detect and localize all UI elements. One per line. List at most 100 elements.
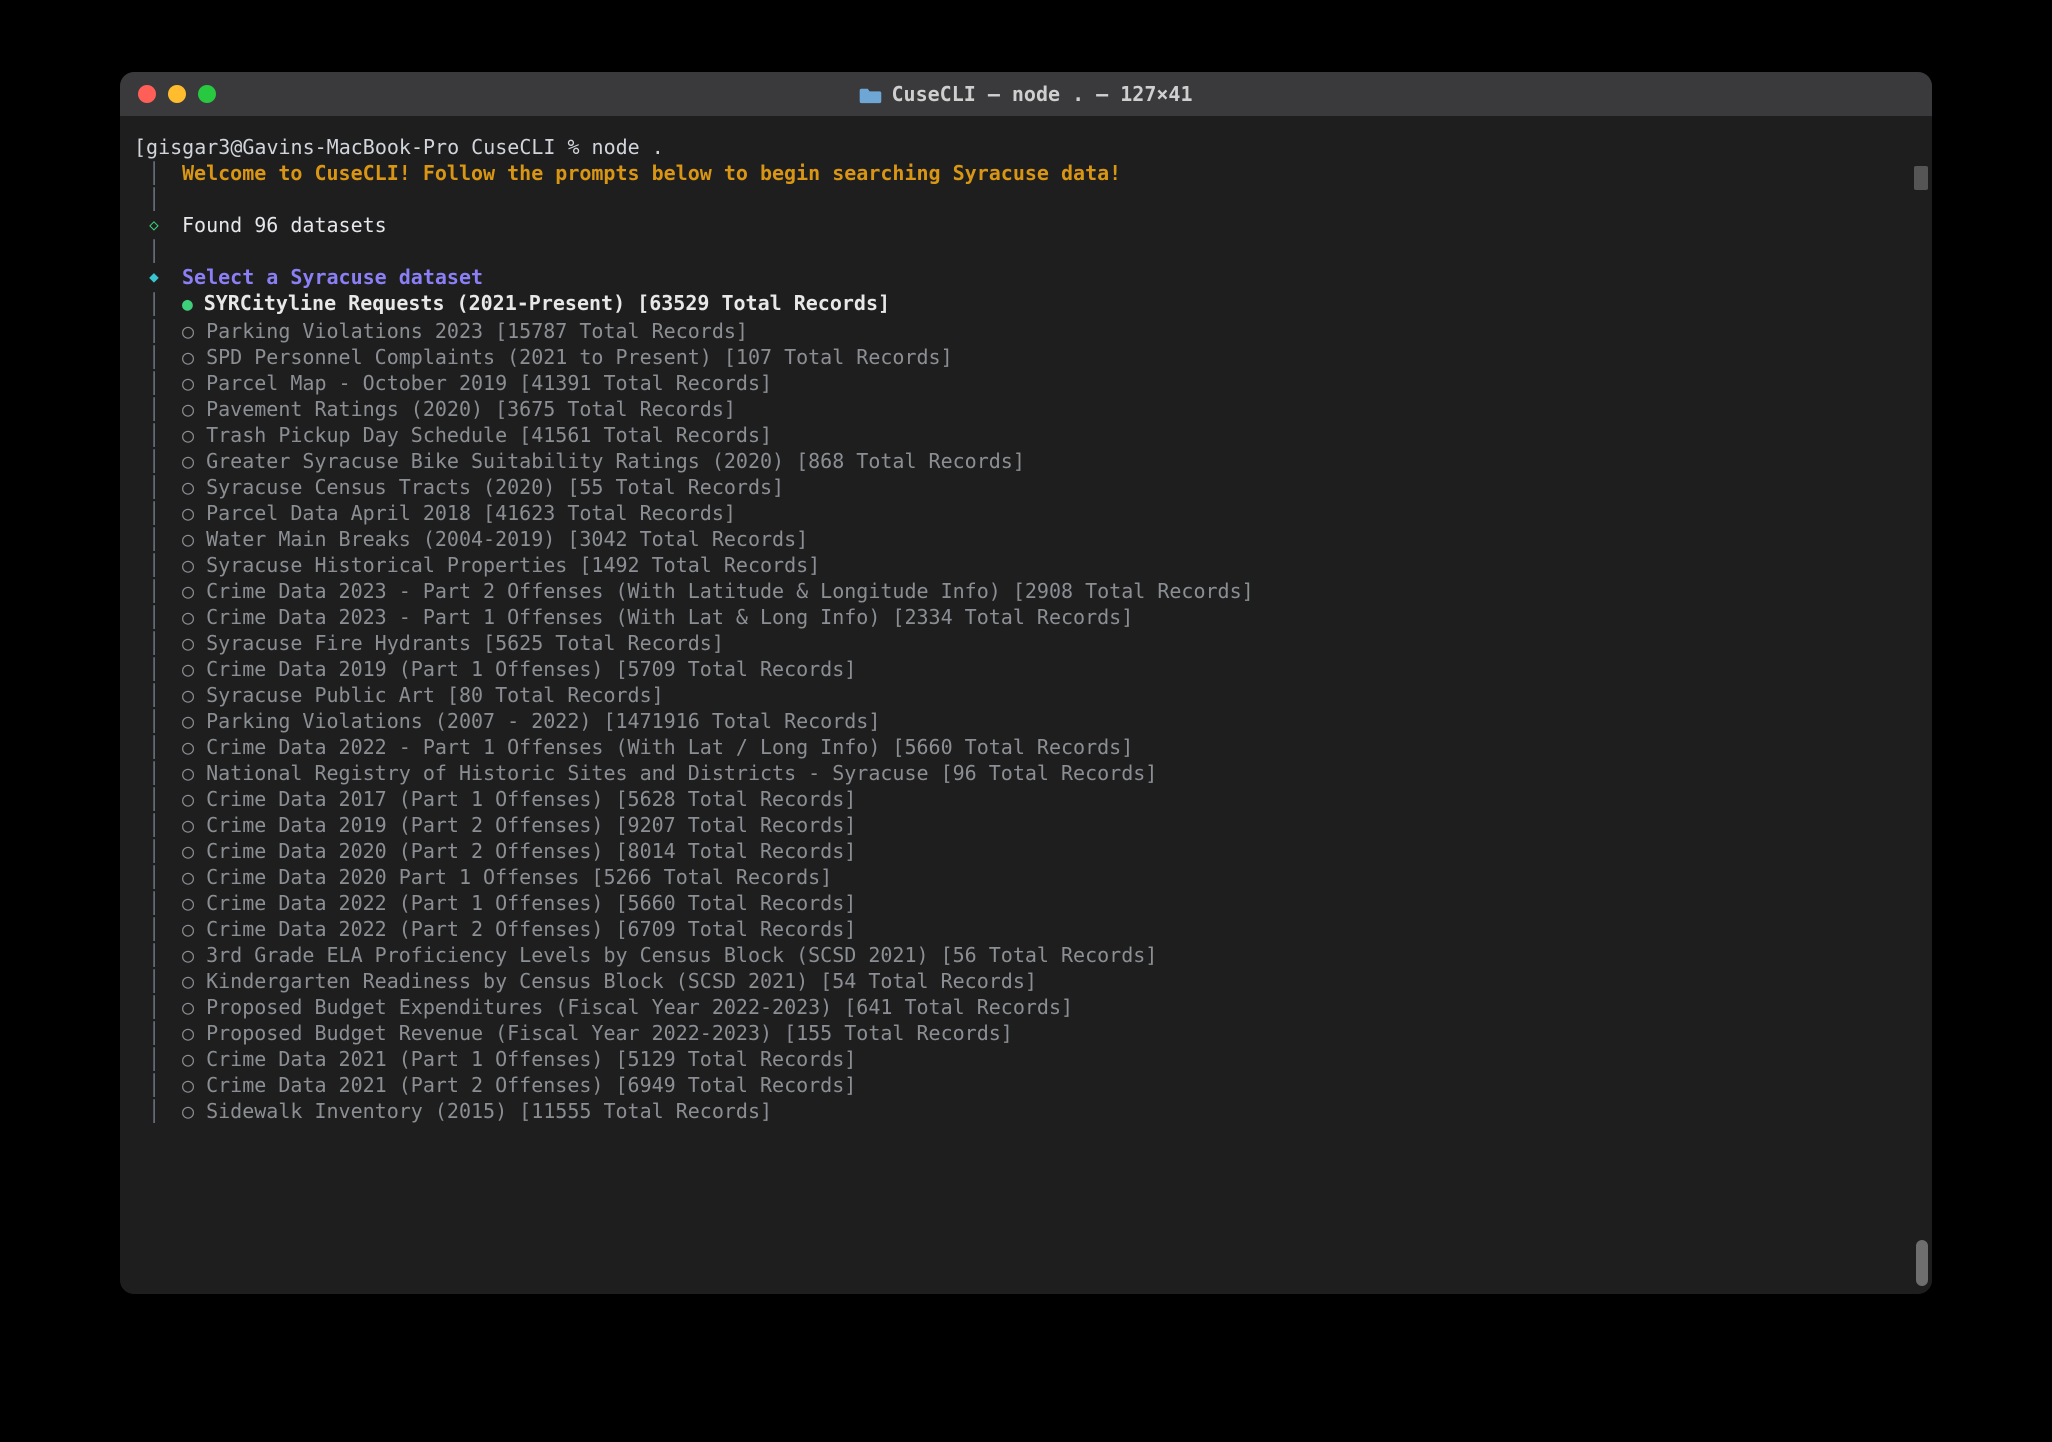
folder-icon bbox=[859, 85, 881, 103]
dataset-option[interactable]: │○ Crime Data 2021 (Part 2 Offenses) [69… bbox=[134, 1072, 1918, 1098]
scrollbar-thumb[interactable] bbox=[1916, 1240, 1928, 1286]
spacer-line: │ bbox=[134, 186, 1918, 212]
dataset-option[interactable]: │○ Crime Data 2017 (Part 1 Offenses) [56… bbox=[134, 786, 1918, 812]
unselected-ring-icon: ○ bbox=[182, 501, 206, 525]
unselected-ring-icon: ○ bbox=[182, 1099, 206, 1123]
dataset-option-label: Crime Data 2019 (Part 1 Offenses) [5709 … bbox=[206, 657, 856, 681]
dataset-option-label: Crime Data 2020 Part 1 Offenses [5266 To… bbox=[206, 865, 832, 889]
close-icon[interactable] bbox=[138, 85, 156, 103]
dataset-option-label: Parking Violations (2007 - 2022) [147191… bbox=[206, 709, 880, 733]
dataset-option-label: Proposed Budget Expenditures (Fiscal Yea… bbox=[206, 995, 1073, 1019]
dataset-option[interactable]: │○ 3rd Grade ELA Proficiency Levels by C… bbox=[134, 942, 1918, 968]
dataset-option-label: Crime Data 2022 (Part 2 Offenses) [6709 … bbox=[206, 917, 856, 941]
dataset-option[interactable]: │○ Crime Data 2022 - Part 1 Offenses (Wi… bbox=[134, 734, 1918, 760]
dataset-option[interactable]: │○ Proposed Budget Expenditures (Fiscal … bbox=[134, 994, 1918, 1020]
dataset-option-label: Crime Data 2021 (Part 1 Offenses) [5129 … bbox=[206, 1047, 856, 1071]
dataset-option[interactable]: │○ Syracuse Fire Hydrants [5625 Total Re… bbox=[134, 630, 1918, 656]
dataset-option[interactable]: │○ Kindergarten Readiness by Census Bloc… bbox=[134, 968, 1918, 994]
dataset-option[interactable]: │○ National Registry of Historic Sites a… bbox=[134, 760, 1918, 786]
dataset-option[interactable]: │○ Crime Data 2021 (Part 1 Offenses) [51… bbox=[134, 1046, 1918, 1072]
unselected-ring-icon: ○ bbox=[182, 579, 206, 603]
dataset-option-label: Crime Data 2017 (Part 1 Offenses) [5628 … bbox=[206, 787, 856, 811]
scrollbar-track[interactable] bbox=[1914, 166, 1928, 1286]
dataset-option[interactable]: │○ Syracuse Public Art [80 Total Records… bbox=[134, 682, 1918, 708]
dataset-option[interactable]: │○ Syracuse Census Tracts (2020) [55 Tot… bbox=[134, 474, 1918, 500]
unselected-ring-icon: ○ bbox=[182, 553, 206, 577]
dataset-option[interactable]: │○ Water Main Breaks (2004-2019) [3042 T… bbox=[134, 526, 1918, 552]
dataset-option-label: Parcel Data April 2018 [41623 Total Reco… bbox=[206, 501, 736, 525]
unselected-ring-icon: ○ bbox=[182, 631, 206, 655]
unselected-ring-icon: ○ bbox=[182, 761, 206, 785]
dataset-option[interactable]: │○ Sidewalk Inventory (2015) [11555 Tota… bbox=[134, 1098, 1918, 1124]
dataset-option[interactable]: │○ Greater Syracuse Bike Suitability Rat… bbox=[134, 448, 1918, 474]
dataset-option-label: Syracuse Historical Properties [1492 Tot… bbox=[206, 553, 820, 577]
dataset-option-label: Parcel Map - October 2019 [41391 Total R… bbox=[206, 371, 772, 395]
unselected-ring-icon: ○ bbox=[182, 683, 206, 707]
unselected-ring-icon: ○ bbox=[182, 605, 206, 629]
welcome-line: │Welcome to CuseCLI! Follow the prompts … bbox=[134, 160, 1918, 186]
dataset-option[interactable]: │○ Parcel Data April 2018 [41623 Total R… bbox=[134, 500, 1918, 526]
unselected-ring-icon: ○ bbox=[182, 527, 206, 551]
minimize-icon[interactable] bbox=[168, 85, 186, 103]
unselected-ring-icon: ○ bbox=[182, 345, 206, 369]
found-line: ◇Found 96 datasets bbox=[134, 212, 1918, 238]
unselected-ring-icon: ○ bbox=[182, 917, 206, 941]
unselected-ring-icon: ○ bbox=[182, 319, 206, 343]
dataset-option[interactable]: │○ Proposed Budget Revenue (Fiscal Year … bbox=[134, 1020, 1918, 1046]
dataset-option-label: Sidewalk Inventory (2015) [11555 Total R… bbox=[206, 1099, 772, 1123]
unselected-ring-icon: ○ bbox=[182, 449, 206, 473]
dataset-option[interactable]: │○ Trash Pickup Day Schedule [41561 Tota… bbox=[134, 422, 1918, 448]
dataset-option[interactable]: │○ Syracuse Historical Properties [1492 … bbox=[134, 552, 1918, 578]
dataset-option-label: Crime Data 2022 - Part 1 Offenses (With … bbox=[206, 735, 1133, 759]
select-header-line: ◆Select a Syracuse dataset bbox=[134, 264, 1918, 290]
dataset-option[interactable]: │○ Crime Data 2020 (Part 2 Offenses) [80… bbox=[134, 838, 1918, 864]
dataset-option-label: National Registry of Historic Sites and … bbox=[206, 761, 1157, 785]
maximize-icon[interactable] bbox=[198, 85, 216, 103]
unselected-ring-icon: ○ bbox=[182, 423, 206, 447]
dataset-option-label: 3rd Grade ELA Proficiency Levels by Cens… bbox=[206, 943, 1157, 967]
dataset-option[interactable]: │○ Crime Data 2023 - Part 2 Offenses (Wi… bbox=[134, 578, 1918, 604]
dataset-option[interactable]: │○ Parking Violations (2007 - 2022) [147… bbox=[134, 708, 1918, 734]
dataset-option-label: Syracuse Census Tracts (2020) [55 Total … bbox=[206, 475, 784, 499]
traffic-lights bbox=[138, 85, 216, 103]
dataset-option-label: Syracuse Public Art [80 Total Records] bbox=[206, 683, 664, 707]
dataset-option[interactable]: │○ Pavement Ratings (2020) [3675 Total R… bbox=[134, 396, 1918, 422]
dataset-option[interactable]: │○ SPD Personnel Complaints (2021 to Pre… bbox=[134, 344, 1918, 370]
dataset-option[interactable]: │○ Crime Data 2023 - Part 1 Offenses (Wi… bbox=[134, 604, 1918, 630]
dataset-option-label: Greater Syracuse Bike Suitability Rating… bbox=[206, 449, 1025, 473]
dataset-option[interactable]: │○ Crime Data 2020 Part 1 Offenses [5266… bbox=[134, 864, 1918, 890]
dataset-option[interactable]: │○ Crime Data 2019 (Part 1 Offenses) [57… bbox=[134, 656, 1918, 682]
dataset-option-label: Crime Data 2022 (Part 1 Offenses) [5660 … bbox=[206, 891, 856, 915]
dataset-option[interactable]: │○ Parcel Map - October 2019 [41391 Tota… bbox=[134, 370, 1918, 396]
selected-bullet-icon: ● bbox=[182, 294, 204, 315]
unselected-ring-icon: ○ bbox=[182, 969, 206, 993]
dataset-option-label: Crime Data 2021 (Part 2 Offenses) [6949 … bbox=[206, 1073, 856, 1097]
dataset-option-label: SPD Personnel Complaints (2021 to Presen… bbox=[206, 345, 953, 369]
dataset-option-label: Trash Pickup Day Schedule [41561 Total R… bbox=[206, 423, 772, 447]
dataset-option[interactable]: │○ Crime Data 2019 (Part 2 Offenses) [92… bbox=[134, 812, 1918, 838]
dataset-option-label: Crime Data 2023 - Part 2 Offenses (With … bbox=[206, 579, 1254, 603]
dataset-option[interactable]: │○ Parking Violations 2023 [15787 Total … bbox=[134, 318, 1918, 344]
dataset-option-label: Crime Data 2023 - Part 1 Offenses (With … bbox=[206, 605, 1133, 629]
dataset-option[interactable]: │○ Crime Data 2022 (Part 2 Offenses) [67… bbox=[134, 916, 1918, 942]
unselected-ring-icon: ○ bbox=[182, 839, 206, 863]
unselected-ring-icon: ○ bbox=[182, 813, 206, 837]
unselected-ring-icon: ○ bbox=[182, 735, 206, 759]
dataset-option[interactable]: │● SYRCityline Requests (2021-Present) [… bbox=[134, 290, 1918, 318]
dataset-option-label: Crime Data 2019 (Part 2 Offenses) [9207 … bbox=[206, 813, 856, 837]
diamond-icon: ◆ bbox=[149, 264, 159, 290]
unselected-ring-icon: ○ bbox=[182, 891, 206, 915]
dataset-option-label: SYRCityline Requests (2021-Present) [635… bbox=[204, 291, 890, 315]
unselected-ring-icon: ○ bbox=[182, 865, 206, 889]
terminal-body[interactable]: [gisgar3@Gavins-MacBook-Pro CuseCLI % no… bbox=[120, 116, 1932, 1294]
dataset-option-label: Proposed Budget Revenue (Fiscal Year 202… bbox=[206, 1021, 1013, 1045]
unselected-ring-icon: ○ bbox=[182, 1047, 206, 1071]
unselected-ring-icon: ○ bbox=[182, 1021, 206, 1045]
dataset-option-label: Kindergarten Readiness by Census Block (… bbox=[206, 969, 1037, 993]
window-title: CuseCLI — node . — 127×41 bbox=[859, 82, 1192, 106]
dataset-option-label: Pavement Ratings (2020) [3675 Total Reco… bbox=[206, 397, 736, 421]
unselected-ring-icon: ○ bbox=[182, 787, 206, 811]
unselected-ring-icon: ○ bbox=[182, 397, 206, 421]
dataset-option[interactable]: │○ Crime Data 2022 (Part 1 Offenses) [56… bbox=[134, 890, 1918, 916]
unselected-ring-icon: ○ bbox=[182, 709, 206, 733]
